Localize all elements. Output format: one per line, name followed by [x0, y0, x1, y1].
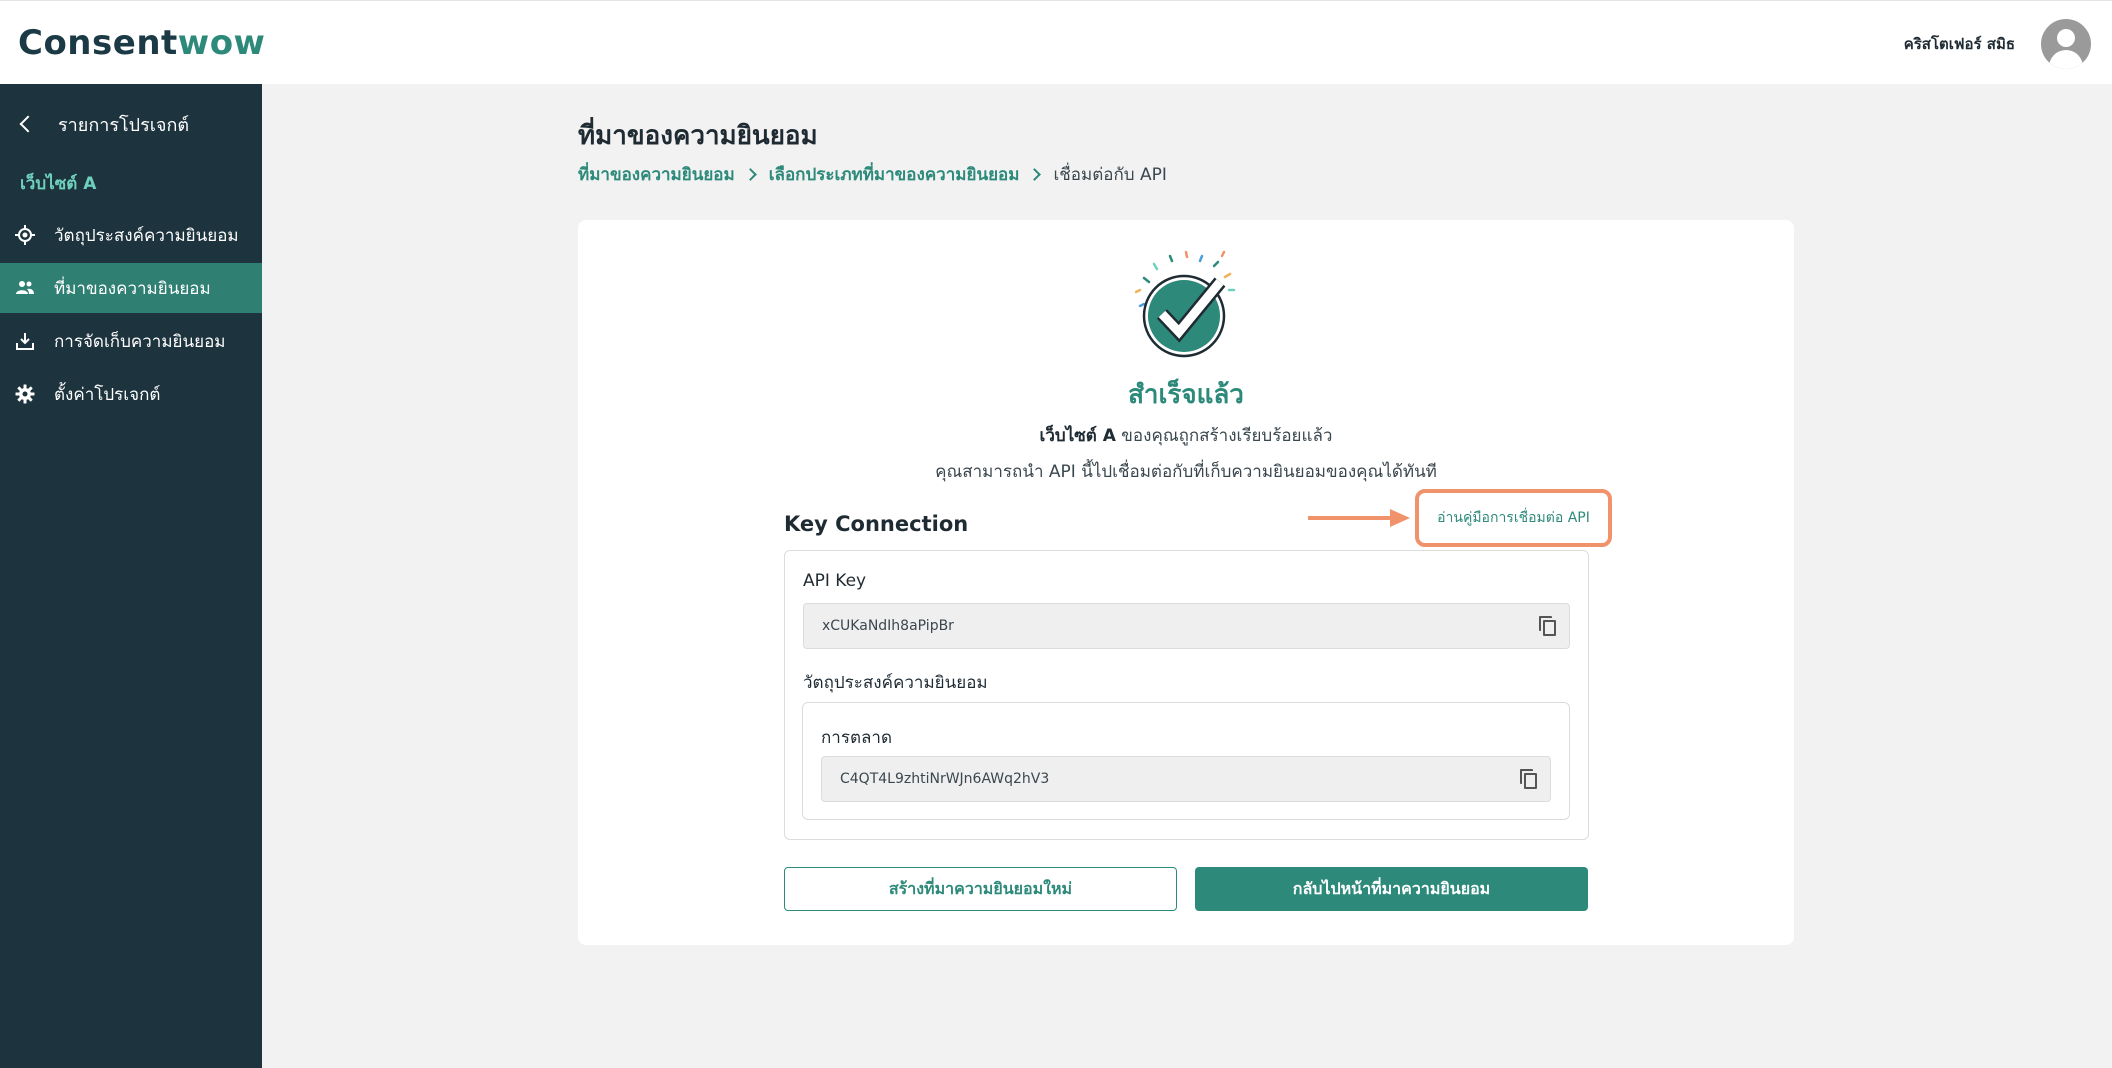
- copy-icon[interactable]: [1520, 769, 1538, 789]
- back-to-sources-button[interactable]: กลับไปหน้าที่มาความยินยอม: [1195, 867, 1588, 911]
- chevron-left-icon: [19, 115, 37, 133]
- logo-text-consent: Consent: [18, 23, 178, 63]
- people-icon: [15, 278, 35, 298]
- download-icon: [15, 331, 35, 351]
- back-to-projects-label: รายการโปรเจกต์: [58, 114, 190, 136]
- consent-purpose-label: วัตถุประสงค์ความยินยอม: [803, 673, 988, 693]
- sidebar-item-label: การจัดเก็บความยินยอม: [54, 331, 226, 352]
- page-title: ที่มาของความยินยอม: [578, 121, 818, 151]
- api-key-label: API Key: [803, 571, 867, 591]
- consentwow-logo[interactable]: Consent wow: [18, 23, 265, 63]
- breadcrumb-current: เชื่อมต่อกับ API: [1053, 165, 1167, 185]
- logo-text-wow: wow: [177, 23, 266, 63]
- sidebar-item-consent-purpose[interactable]: วัตถุประสงค์ความยินยอม: [0, 210, 262, 260]
- chevron-right-icon: [743, 168, 757, 181]
- sidebar-item-consent-source[interactable]: ที่มาของความยินยอม: [0, 263, 262, 313]
- arrow-right-icon: [1308, 509, 1410, 527]
- breadcrumb: ที่มาของความยินยอม เลือกประเภทที่มาของคว…: [578, 161, 1167, 188]
- success-title: สำเร็จแล้ว: [1128, 380, 1244, 410]
- sidebar-item-label: วัตถุประสงค์ความยินยอม: [54, 225, 239, 246]
- purpose-name: การตลาด: [821, 728, 893, 748]
- success-message: เว็บไซต์ A ของคุณถูกสร้างเรียบร้อยแล้ว: [0, 422, 2112, 449]
- sidebar-item-consent-storage[interactable]: การจัดเก็บความยินยอม: [0, 316, 262, 366]
- key-connection-title: Key Connection: [784, 512, 969, 536]
- site-name: เว็บไซต์ A: [1039, 426, 1116, 446]
- user-name[interactable]: คริสโตเฟอร์ สมิธ: [1904, 32, 2015, 56]
- breadcrumb-link-select-type[interactable]: เลือกประเภทที่มาของความยินยอม: [769, 161, 1020, 188]
- api-key-field[interactable]: xCUKaNdIh8aPipBr: [803, 603, 1570, 649]
- success-check-icon: [1124, 248, 1244, 363]
- sidebar: รายการโปรเจกต์ เว็บไซต์ A วัตถุประสงค์คว…: [0, 84, 262, 1068]
- create-new-source-button[interactable]: สร้างที่มาความยินยอมใหม่: [784, 867, 1177, 911]
- project-name: เว็บไซต์ A: [20, 174, 97, 194]
- chevron-right-icon: [1028, 168, 1042, 181]
- api-manual-link[interactable]: อ่านคู่มือการเชื่อมต่อ API: [1415, 489, 1612, 547]
- success-message-rest: ของคุณถูกสร้างเรียบร้อยแล้ว: [1115, 426, 1333, 446]
- target-icon: [15, 225, 35, 245]
- copy-icon[interactable]: [1539, 616, 1557, 636]
- breadcrumb-link-consent-source[interactable]: ที่มาของความยินยอม: [578, 161, 735, 188]
- success-submessage: คุณสามารถนำ API นี้ไปเชื่อมต่อกับที่เก็บ…: [935, 462, 1437, 482]
- top-bar: Consent wow คริสโตเฟอร์ สมิธ: [0, 0, 2112, 84]
- sidebar-item-label: ที่มาของความยินยอม: [54, 278, 211, 299]
- purpose-key-field[interactable]: C4QT4L9zhtiNrWJn6AWq2hV3: [821, 756, 1551, 802]
- user-avatar-icon[interactable]: [2041, 19, 2091, 69]
- back-to-projects-link[interactable]: รายการโปรเจกต์: [0, 108, 262, 140]
